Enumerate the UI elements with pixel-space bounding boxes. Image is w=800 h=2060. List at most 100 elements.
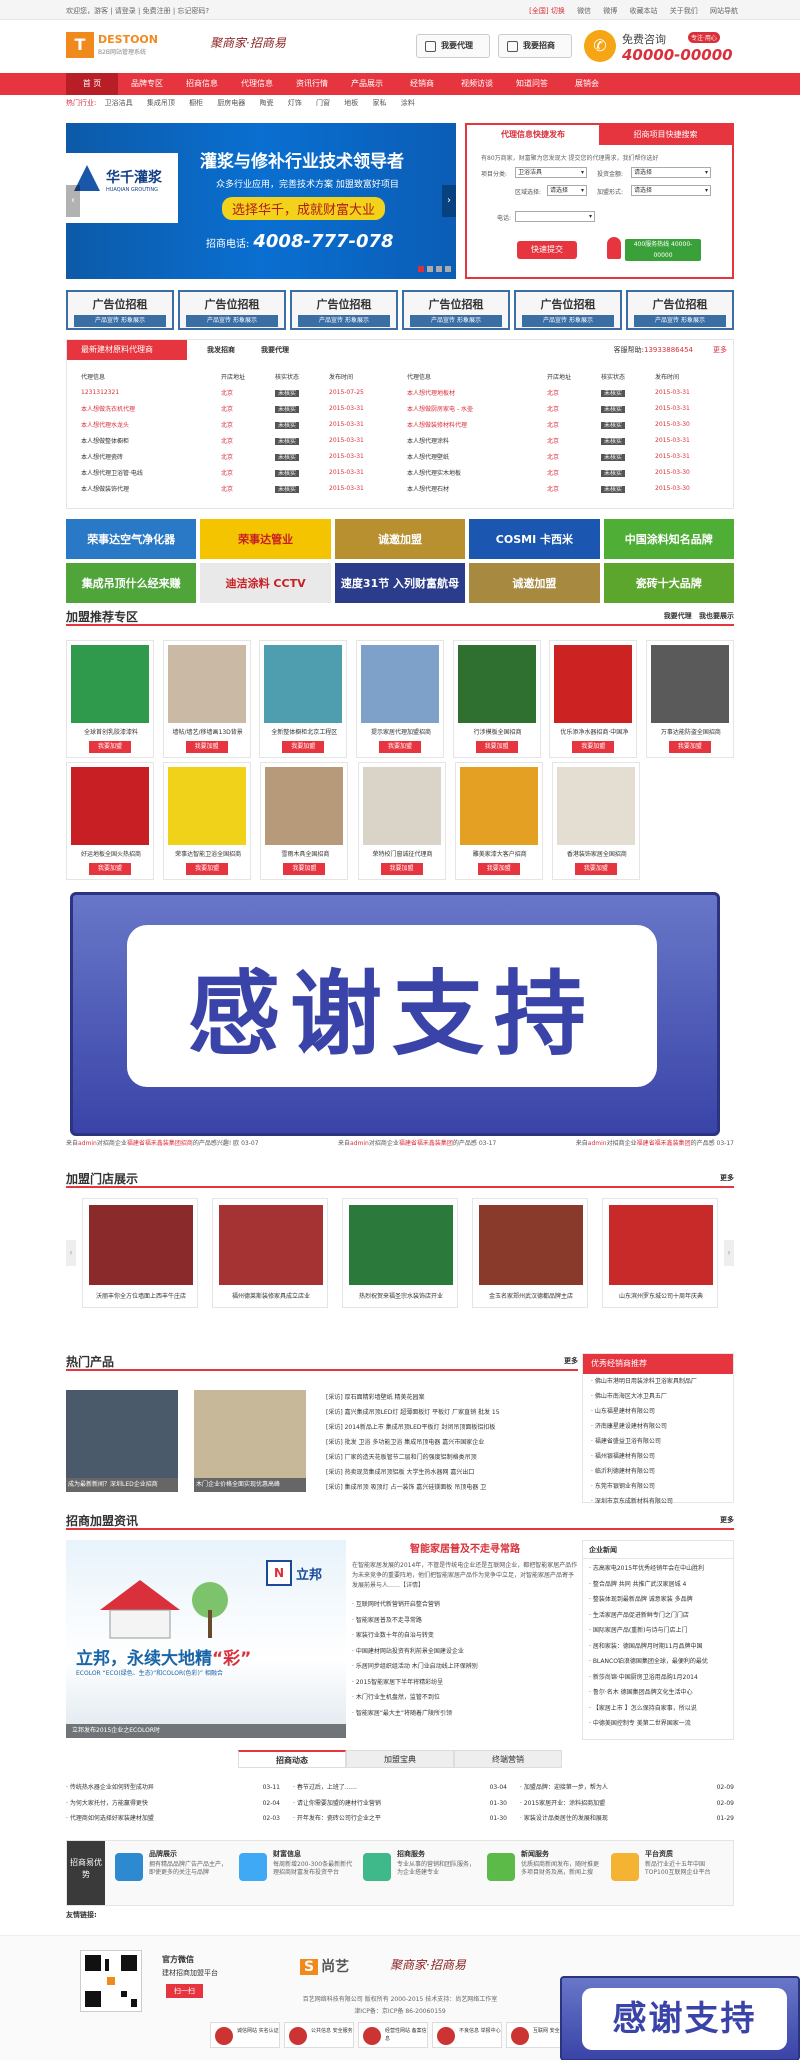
submit-button[interactable]: 快速提交	[517, 241, 577, 259]
join-button[interactable]: 我要加盟	[186, 863, 229, 875]
ad-slot[interactable]: 广告位招租 产品宣传 形象展示	[402, 290, 510, 330]
hot-item[interactable]: 涂料	[401, 99, 415, 107]
news-item[interactable]: · 木门行业生机盎然，监管不到位	[352, 1690, 578, 1706]
news-item[interactable]: · 新莎尚锦·中国厨房卫浴用品购1月2014	[589, 1670, 733, 1686]
scan-button[interactable]: 扫一扫	[166, 1984, 203, 1998]
hot-product-card[interactable]: 成为最新新闻？深圳LED企业招商	[66, 1390, 178, 1498]
dealer-item[interactable]: · 佛山市港明日用装涂料卫浴家具制品厂	[591, 1374, 733, 1389]
store-card[interactable]: 山东滨州罗东城公司十周年庆典	[602, 1198, 718, 1308]
brand-logo[interactable]: COSMI 卡西米	[469, 519, 600, 559]
product-card[interactable]: 优乐添净水器招商·中国净 我要加盟	[549, 640, 638, 758]
tab-franchise-guide[interactable]: 加盟宝典	[346, 1750, 454, 1768]
table-row[interactable]: 本人想代理卫浴管·电线 北京 未核实 2015-03-31	[81, 464, 389, 480]
prev-arrow-icon[interactable]: ‹	[66, 1240, 76, 1266]
agent-title[interactable]: 本人想做整体橱柜	[81, 436, 221, 445]
next-arrow-icon[interactable]: ›	[724, 1240, 734, 1266]
sitemap-link[interactable]: 网站导航	[710, 7, 738, 15]
brand-logo[interactable]: 迪洁涂料 CCTV	[200, 563, 331, 603]
table-row[interactable]: 本人想做洗衣机代理 北京 未核实 2015-03-31	[81, 400, 389, 416]
agent-title[interactable]: 1231312321	[81, 389, 221, 396]
tab-invest-news[interactable]: 招商动态	[238, 1750, 346, 1768]
hotprod-more[interactable]: 更多	[564, 1356, 578, 1366]
ad-slot[interactable]: 广告位招租 产品宣传 形象展示	[66, 290, 174, 330]
stores-more[interactable]: 更多	[720, 1173, 734, 1183]
news-item[interactable]: · BLANCO铂浪德国集团全球，最便利的最优	[589, 1654, 733, 1670]
agent-title[interactable]: 本人想代理瓷砖	[81, 452, 221, 461]
hot-product-link[interactable]: [采访] 批发 卫浴 多功能卫浴 集成吊顶电器 嘉兴市国家企业	[326, 1435, 576, 1450]
ticker-item[interactable]: 来自admin对招商企业福建省福禾鑫装集团的产品感 03-17	[576, 1138, 734, 1152]
trust-badge[interactable]: 诚信网站 实名认证	[210, 2022, 280, 2048]
prev-arrow-icon[interactable]: ‹	[66, 185, 80, 217]
product-card[interactable]: 万事达能防盗全国招商 我要加盟	[645, 640, 734, 758]
dealer-item[interactable]: · 深圳市京东成新材料有限公司	[591, 1494, 733, 1509]
product-card[interactable]: 全新整体橱柜北京工程区 我要加盟	[259, 640, 348, 758]
agent-title[interactable]: 本人想代理石材	[407, 484, 547, 493]
hot-item[interactable]: 家私	[372, 99, 386, 107]
product-card[interactable]: 雕美家漆大客户招商 我要加盟	[454, 762, 543, 880]
product-card[interactable]: 墙帖/墙艺/移墙画13D背景 我要加盟	[162, 640, 251, 758]
dealer-item[interactable]: · 东莞市银钢业有限公司	[591, 1479, 733, 1494]
nav-brand[interactable]: 品牌专区	[121, 73, 173, 95]
hot-item[interactable]: 橱柜	[189, 99, 203, 107]
brand-logo[interactable]: 荣事达空气净化器	[66, 519, 197, 559]
ad-slot[interactable]: 广告位招租 产品宣传 形象展示	[626, 290, 734, 330]
product-card[interactable]: 雪雨木具全国招商 我要加盟	[260, 762, 349, 880]
agent-title[interactable]: 本人想代理水龙头	[81, 420, 221, 429]
product-card[interactable]: 全球首创乳胶漆漆料 我要加盟	[66, 640, 154, 758]
news-item[interactable]: · 智能家居普及不走寻常路	[352, 1613, 578, 1629]
carousel-dot[interactable]	[427, 266, 433, 272]
dealer-item[interactable]: · 福州银福建材有限公司	[591, 1449, 733, 1464]
agent-title[interactable]: 本人想代理实木地板	[407, 468, 547, 477]
join-button[interactable]: 我要加盟	[185, 741, 228, 753]
news-row[interactable]: · 加盟品牌：迎接第一步，帮为人 02-09	[520, 1780, 734, 1796]
join-button[interactable]: 我要加盟	[380, 863, 423, 875]
news-row[interactable]: · 2015家居开业：涂料招商加盟 02-09	[520, 1796, 734, 1812]
nav-home[interactable]: 首 页	[66, 73, 118, 95]
table-row[interactable]: 本人想做整体橱柜 北京 未核实 2015-03-31	[81, 432, 389, 448]
news-item[interactable]: · 互联网时代新营销开启整合营销	[352, 1597, 578, 1613]
dealer-item[interactable]: · 福建省盛益卫浴有限公司	[591, 1434, 733, 1449]
brand-logo[interactable]: 诚邀加盟	[334, 519, 466, 559]
store-card[interactable]: 热烈祝贺来福圣宗水装饰店开业	[342, 1198, 458, 1308]
store-card[interactable]: 福州德莱斯装修家具成立店业	[212, 1198, 328, 1308]
brand-logo[interactable]: 瓷砖十大品牌	[603, 563, 734, 603]
table-row[interactable]: 本人想代理壁纸 北京 未核实 2015-03-31	[407, 448, 715, 464]
city-switch[interactable]: [全国] 切换	[529, 7, 565, 15]
join-button[interactable]: 我要加盟	[668, 741, 711, 753]
hot-product-card[interactable]: 木门企业价格全面实现优惠高峰	[194, 1390, 306, 1498]
store-card[interactable]: 金玉名家郑州武汉德都品牌主店	[472, 1198, 588, 1308]
wechat-link[interactable]: 微信	[577, 7, 591, 15]
nav-products[interactable]: 产品展示	[341, 73, 393, 95]
agent-title[interactable]: 本人想做洗衣机代理	[81, 404, 221, 413]
welcome-text[interactable]: 欢迎您，游客 | 请登录 | 免费注册 | 忘记密码?	[66, 6, 209, 16]
dealer-item[interactable]: · 山东福星建材有限公司	[591, 1404, 733, 1419]
news-item[interactable]: · 乐居同步组织组活动 木门业启动线上环保辨别	[352, 1659, 578, 1675]
hot-product-link[interactable]: [采访] 2014新品上市 集成吊顶LED平板灯 封闭吊顶面板铝扣板	[326, 1420, 576, 1435]
news-item[interactable]: · 志高家电2015年优秀经销年会在中山胜利	[589, 1561, 733, 1577]
post-invest-link[interactable]: 我发招商	[207, 345, 235, 355]
table-row[interactable]: 本人想做装饰代理 北京 未核实 2015-03-31	[81, 480, 389, 496]
news-row[interactable]: · 家装设计品类居住的发展和展现 01-29	[520, 1811, 734, 1827]
news-row[interactable]: · 为何大家托付，方能赢得更快 02-04	[66, 1796, 280, 1812]
region-select[interactable]: 请选择	[547, 185, 587, 196]
nav-qa[interactable]: 知道问答	[506, 73, 558, 95]
news-item[interactable]: · 中德美国控制专 美第二世界国家一流	[589, 1716, 733, 1732]
nav-video[interactable]: 视频访谈	[451, 73, 503, 95]
join-button[interactable]: 我要加盟	[378, 741, 421, 753]
store-card[interactable]: 沃丽丰你全方位墙面上西丰牛庄店	[82, 1198, 198, 1308]
tab-agent-publish[interactable]: 代理信息快捷发布	[467, 125, 599, 145]
mode-select[interactable]: 请选择	[631, 185, 711, 196]
join-button[interactable]: 我要加盟	[574, 863, 617, 875]
hot-product-link[interactable]: [采访] 厂家的造天花板管节二层和门的强度铝制格类吊顶	[326, 1450, 576, 1465]
hero-banner[interactable]: 华千灌浆 HUAQIAN GROUTING 灌浆与修补行业技术领导者 众多行业应…	[66, 123, 456, 279]
table-row[interactable]: 1231312321 北京 未核实 2015-07-25	[81, 384, 389, 400]
want-agent-link[interactable]: 我要代理	[261, 345, 289, 355]
agent-title[interactable]: 本人想代理地板材	[407, 388, 547, 397]
agent-title[interactable]: 本人想做装饰代理	[81, 484, 221, 493]
news-row[interactable]: · 请让你需要加盟的建材行业营销 01-30	[293, 1796, 507, 1812]
join-button[interactable]: 我要加盟	[89, 741, 131, 753]
invest-button[interactable]: 我要招商	[498, 34, 572, 58]
hot-product-link[interactable]: [采访] 嘉兴集成吊顶LED灯 超薄面板灯 平板灯 厂家直销 批发 15	[326, 1405, 576, 1420]
news-item[interactable]: · 智能家居“最大主”将随着广陵所引领	[352, 1706, 578, 1722]
agent-title[interactable]: 本人想做厨房家电 - 水壶	[407, 404, 547, 413]
